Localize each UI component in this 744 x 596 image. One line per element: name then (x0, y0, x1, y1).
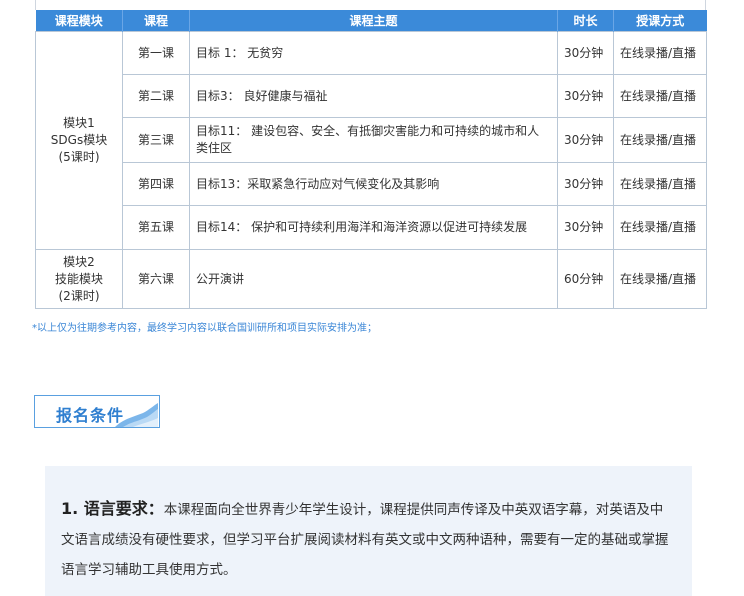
topic-cell: 目标11： 建设包容、安全、有抵御灾害能力和可持续的城市和人类住区 (189, 117, 558, 163)
header-lesson: 课程 (122, 10, 190, 32)
topic-cell: 公开演讲 (189, 249, 558, 309)
module-cell: 模块2 技能模块 (2课时) (35, 249, 123, 309)
table-row: 模块1 SDGs模块 (5课时) 第一课 目标 1： 无贫穷 30分钟 在线录播… (35, 31, 707, 250)
table-footnote: *以上仅为往期参考内容，最终学习内容以联合国训研所和项目实际安排为准； (32, 323, 377, 334)
lesson-cell: 第五课 (122, 205, 190, 250)
lesson-cell: 第一课 (122, 31, 190, 75)
duration-cell: 30分钟 (557, 205, 614, 250)
header-topic: 课程主题 (189, 10, 558, 32)
header-duration: 时长 (557, 10, 614, 32)
mode-cell: 在线录播/直播 (613, 74, 707, 118)
language-requirement: 1. 语言要求：本课程面向全世界青少年学生设计，课程提供同声传译及中英双语字幕，… (61, 494, 676, 585)
table-row: 第五课 目标14： 保护和可持续利用海洋和海洋资源以促进可持续发展 30分钟 在… (36, 205, 707, 250)
mode-cell: 在线录播/直播 (613, 205, 707, 250)
mode-cell: 在线录播/直播 (613, 31, 707, 75)
table-row: 第二课 目标3： 良好健康与福祉 30分钟 在线录播/直播 (36, 74, 707, 118)
module-cell: 模块1 SDGs模块 (5课时) (35, 31, 123, 250)
table-row: 第三课 目标11： 建设包容、安全、有抵御灾害能力和可持续的城市和人类住区 30… (36, 117, 707, 163)
header-mode: 授课方式 (613, 10, 707, 32)
module-title: 模块2 (63, 254, 95, 269)
module-title: 模块1 (63, 116, 95, 130)
table-row: 模块2 技能模块 (2课时) 第六课 公开演讲 60分钟 在线录播/直播 (35, 249, 707, 309)
wave-decoration-icon (115, 403, 158, 427)
requirements-panel: 1. 语言要求：本课程面向全世界青少年学生设计，课程提供同声传译及中英双语字幕，… (45, 466, 692, 596)
lesson-cell: 第二课 (122, 74, 190, 118)
header-module: 课程模块 (35, 10, 123, 32)
module-name: SDGs模块 (50, 133, 108, 147)
mode-cell: 在线录播/直播 (613, 249, 707, 309)
section-title-badge: 报名条件 (34, 395, 160, 428)
topic-cell: 目标14： 保护和可持续利用海洋和海洋资源以促进可持续发展 (189, 205, 558, 250)
course-schedule-table: 课程模块 课程 课程主题 时长 授课方式 模块1 SDGs模块 (5课时) 第一… (35, 10, 707, 309)
lesson-cell: 第三课 (122, 117, 190, 163)
lesson-cell: 第四课 (122, 162, 190, 206)
duration-cell: 30分钟 (557, 117, 614, 163)
table-header-row: 课程模块 课程 课程主题 时长 授课方式 (35, 10, 707, 32)
duration-cell: 30分钟 (557, 162, 614, 206)
duration-cell: 30分钟 (557, 74, 614, 118)
mode-cell: 在线录播/直播 (613, 117, 707, 163)
module-hours: (2课时) (58, 288, 100, 303)
module-hours: (5课时) (58, 150, 100, 164)
duration-cell: 30分钟 (557, 31, 614, 75)
module-name: 技能模块 (54, 271, 103, 286)
topic-cell: 目标13：采取紧急行动应对气候变化及其影响 (189, 162, 558, 206)
topic-cell: 目标3： 良好健康与福祉 (189, 74, 558, 118)
topic-cell: 目标 1： 无贫穷 (189, 31, 558, 75)
duration-cell: 60分钟 (557, 249, 614, 309)
table-row: 第四课 目标13：采取紧急行动应对气候变化及其影响 30分钟 在线录播/直播 (36, 162, 707, 206)
table-top-border (35, 0, 706, 10)
requirement-lead: 1. 语言要求： (61, 499, 164, 518)
lesson-cell: 第六课 (122, 249, 190, 309)
mode-cell: 在线录播/直播 (613, 162, 707, 206)
